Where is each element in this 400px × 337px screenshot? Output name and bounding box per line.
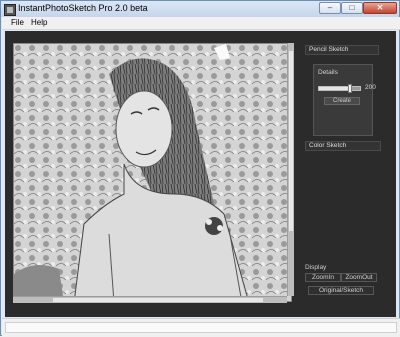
title-bar[interactable]: InstantPhotoSketch Pro 2.0 beta – □ ✕ <box>1 1 399 17</box>
status-field <box>5 322 397 333</box>
details-slider[interactable] <box>318 86 361 91</box>
status-bar <box>2 318 400 337</box>
vertical-scroll-thumb[interactable] <box>289 51 293 231</box>
details-group: Details 200 Create <box>313 64 376 136</box>
vertical-scrollbar[interactable] <box>287 43 294 296</box>
sketch-canvas[interactable] <box>13 43 292 302</box>
workspace: Pencil Sketch Details 200 Create Color S… <box>5 31 396 317</box>
details-slider-handle[interactable] <box>348 84 353 93</box>
details-value: 200 <box>365 84 376 91</box>
zoom-in-button[interactable]: ZoomIn <box>305 273 341 282</box>
display-label: Display <box>305 264 327 271</box>
maximize-button[interactable]: □ <box>341 2 363 14</box>
menu-bar: File Help <box>2 17 400 30</box>
menu-help[interactable]: Help <box>31 18 47 27</box>
details-slider-fill <box>319 87 351 90</box>
color-sketch-header[interactable]: Color Sketch <box>305 141 381 151</box>
app-icon <box>4 4 16 16</box>
horizontal-scrollbar[interactable] <box>13 296 287 303</box>
menu-file[interactable]: File <box>11 18 24 27</box>
window-title: InstantPhotoSketch Pro 2.0 beta <box>18 3 148 13</box>
original-sketch-button[interactable]: Original/Sketch <box>308 286 374 295</box>
sketch-image <box>14 44 291 301</box>
minimize-button[interactable]: – <box>319 2 341 14</box>
details-title: Details <box>318 69 338 76</box>
app-window: InstantPhotoSketch Pro 2.0 beta – □ ✕ Fi… <box>0 0 400 337</box>
zoom-out-button[interactable]: ZoomOut <box>341 273 377 282</box>
close-button[interactable]: ✕ <box>363 2 397 14</box>
pencil-sketch-header[interactable]: Pencil Sketch <box>305 45 379 55</box>
create-button[interactable]: Create <box>324 97 360 105</box>
horizontal-scroll-thumb[interactable] <box>53 298 263 302</box>
